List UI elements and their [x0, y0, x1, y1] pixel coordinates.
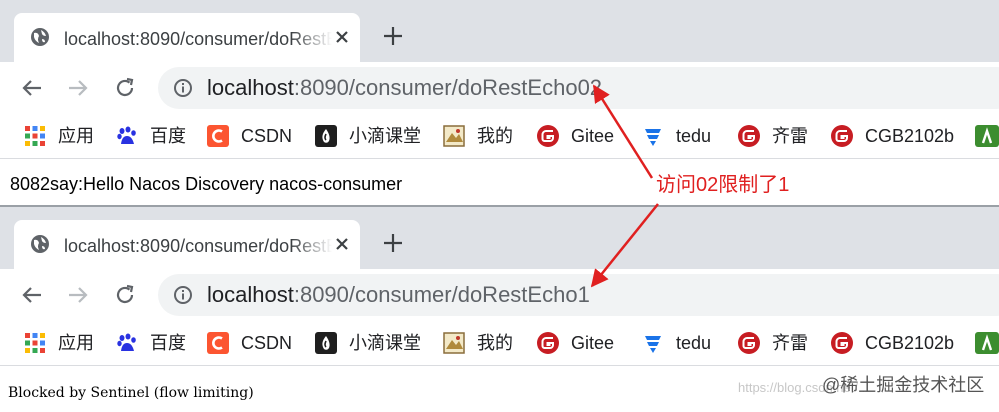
close-tab-icon[interactable] [332, 234, 352, 254]
xiaodi-icon [315, 125, 337, 147]
info-icon[interactable] [173, 78, 193, 98]
bookmark-label: 我的 [477, 126, 513, 146]
bookmark-label: Gitee [571, 126, 615, 146]
bookmarks-bar: 应用 百度 CSDN 小滴课堂 我的 Gitee tedu 齐雷 CGB2102… [0, 114, 999, 159]
tab-strip: localhost:8090/consumer/doRestEcho02 [0, 0, 999, 62]
url-path: :8090/consumer/doRestEcho02 [293, 75, 603, 100]
forward-icon[interactable] [66, 76, 90, 100]
bookmarks-bar: 应用 百度 CSDN 小滴课堂 我的 Gitee tedu 齐雷 CGB2102… [0, 321, 999, 366]
bookmark-label: 百度 [150, 126, 186, 146]
url-text[interactable]: localhost:8090/consumer/doRestEcho1 [207, 282, 590, 308]
gitee-icon [738, 125, 760, 147]
new-tab-icon[interactable] [382, 25, 404, 47]
bookmark-label: 齐雷 [772, 333, 808, 353]
page-response-text: 8082say:Hello Nacos Discovery nacos-cons… [10, 174, 403, 194]
tedu-icon [645, 336, 661, 353]
annotation-text: 访问02限制了1 [656, 174, 790, 196]
bookmark-label: 我的 [477, 333, 513, 353]
gitee-icon [831, 125, 853, 147]
close-tab-icon[interactable] [332, 27, 352, 47]
info-icon[interactable] [173, 285, 193, 305]
csdn-icon [207, 332, 229, 354]
bookmark-label: Gitee [571, 333, 615, 353]
overflow-bookmark-icon[interactable] [975, 330, 999, 356]
bookmark-label: 应用 [58, 126, 94, 146]
apps-grid-icon [25, 126, 45, 146]
url-host: localhost [207, 75, 294, 100]
gitee-icon [738, 332, 760, 354]
bookmark-label: 百度 [150, 333, 186, 353]
overflow-bookmark-icon[interactable] [975, 123, 999, 149]
new-tab-icon[interactable] [382, 232, 404, 254]
page-response-text: Blocked by Sentinel (flow limiting) [8, 385, 254, 401]
bookmark-label: 小滴课堂 [349, 333, 421, 353]
bookmark-label: tedu [676, 126, 712, 146]
url-path: :8090/consumer/doRestEcho1 [293, 282, 590, 307]
baidu-paw-icon [117, 333, 136, 351]
gitee-icon [831, 332, 853, 354]
bookmark-label: CSDN [241, 333, 293, 353]
bookmark-label: CSDN [241, 126, 293, 146]
image-bookmark-icon [443, 332, 465, 354]
back-icon[interactable] [20, 283, 44, 307]
toolbar: localhost:8090/consumer/doRestEcho02 [0, 62, 999, 114]
address-bar[interactable]: localhost:8090/consumer/doRestEcho1 [158, 274, 999, 316]
globe-icon [31, 235, 49, 253]
back-icon[interactable] [20, 76, 44, 100]
active-tab[interactable]: localhost:8090/consumer/doRestEcho1 [14, 220, 360, 269]
gitee-icon [537, 125, 559, 147]
gitee-icon [537, 332, 559, 354]
bookmark-label: 齐雷 [772, 126, 808, 146]
xiaodi-icon [315, 332, 337, 354]
active-tab[interactable]: localhost:8090/consumer/doRestEcho02 [14, 13, 360, 62]
bookmark-label: tedu [676, 333, 712, 353]
tab-strip: localhost:8090/consumer/doRestEcho1 [0, 207, 999, 269]
globe-icon [31, 28, 49, 46]
baidu-paw-icon [117, 126, 136, 144]
url-host: localhost [207, 282, 294, 307]
address-bar[interactable]: localhost:8090/consumer/doRestEcho02 [158, 67, 999, 109]
bookmark-label: 应用 [58, 333, 94, 353]
csdn-icon [207, 125, 229, 147]
reload-icon[interactable] [113, 76, 137, 100]
reload-icon[interactable] [113, 283, 137, 307]
bookmark-label: CGB2102b [865, 126, 955, 146]
tab-title: localhost:8090/consumer/doRestEcho02 [64, 29, 332, 49]
browser-window-top: localhost:8090/consumer/doRestEcho02 [0, 0, 999, 207]
bookmark-label: CGB2102b [865, 333, 955, 353]
url-text[interactable]: localhost:8090/consumer/doRestEcho02 [207, 75, 602, 101]
image-bookmark-icon [443, 125, 465, 147]
apps-grid-icon [25, 333, 45, 353]
tab-title: localhost:8090/consumer/doRestEcho1 [64, 236, 332, 256]
tedu-icon [645, 129, 661, 146]
forward-icon[interactable] [66, 283, 90, 307]
watermark-brand: @稀土掘金技术社区 [822, 375, 985, 395]
bookmark-label: 小滴课堂 [349, 126, 421, 146]
toolbar: localhost:8090/consumer/doRestEcho1 [0, 269, 999, 321]
